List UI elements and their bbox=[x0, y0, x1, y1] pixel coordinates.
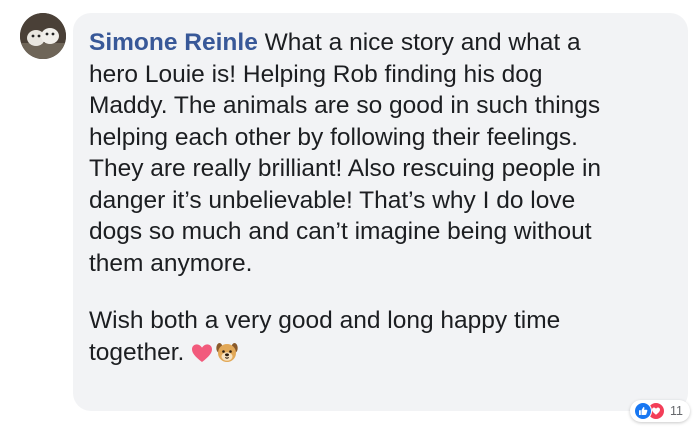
reaction-count: 11 bbox=[670, 404, 683, 418]
avatar[interactable] bbox=[20, 13, 66, 59]
heart-icon bbox=[190, 341, 214, 373]
dog-face-icon bbox=[215, 340, 239, 373]
avatar-image bbox=[20, 13, 66, 59]
comment-paragraph-1: Simone Reinle What a nice story and what… bbox=[89, 27, 668, 279]
comment-author-link[interactable]: Simone Reinle bbox=[89, 29, 258, 56]
comment-paragraph-2: Wish both a very good and long happy tim… bbox=[89, 305, 668, 372]
comment-text-1: What a nice story and what a hero Louie … bbox=[89, 29, 602, 277]
comment-bubble: Simone Reinle What a nice story and what… bbox=[73, 13, 688, 411]
like-icon bbox=[634, 402, 653, 420]
comment-text-2: Wish both a very good and long happy tim… bbox=[89, 307, 561, 366]
reactions-summary[interactable]: 11 bbox=[630, 400, 690, 422]
